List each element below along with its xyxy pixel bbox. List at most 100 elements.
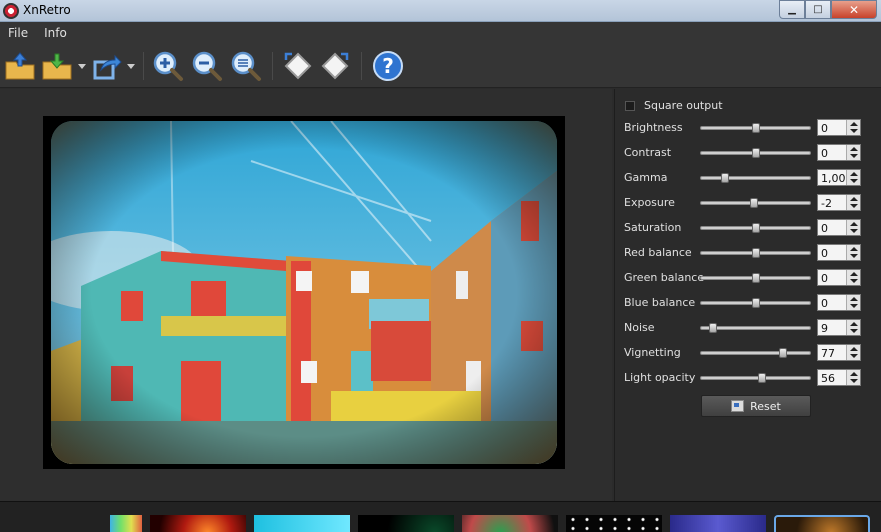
preset-thumbnail-selected[interactable] — [774, 515, 870, 532]
spin-down-icon[interactable] — [850, 154, 858, 158]
spinbox-value[interactable]: 0 — [821, 297, 828, 310]
reset-button[interactable]: Reset — [701, 395, 811, 417]
spin-up-icon[interactable] — [850, 147, 858, 151]
preset-thumbnail[interactable] — [358, 515, 454, 532]
value-spinbox[interactable]: -2 — [817, 194, 861, 211]
spinbox-arrows[interactable] — [846, 120, 860, 135]
spin-up-icon[interactable] — [850, 372, 858, 376]
slider-track[interactable] — [700, 351, 811, 355]
value-spinbox[interactable]: 0 — [817, 219, 861, 236]
spinbox-value[interactable]: 77 — [821, 347, 835, 360]
spin-up-icon[interactable] — [850, 322, 858, 326]
slider-thumb[interactable] — [779, 348, 788, 358]
spinbox-value[interactable]: 0 — [821, 222, 828, 235]
spin-down-icon[interactable] — [850, 254, 858, 258]
preset-thumbnail[interactable] — [254, 515, 350, 532]
slider-thumb[interactable] — [720, 173, 729, 183]
slider-thumb[interactable] — [751, 273, 760, 283]
value-spinbox[interactable]: 1,00 — [817, 169, 861, 186]
square-output-option[interactable]: Square output — [625, 99, 723, 112]
spinbox-arrows[interactable] — [846, 295, 860, 310]
spin-down-icon[interactable] — [850, 279, 858, 283]
value-spinbox[interactable]: 0 — [817, 294, 861, 311]
value-spinbox[interactable]: 0 — [817, 144, 861, 161]
spinbox-value[interactable]: 0 — [821, 247, 828, 260]
zoom-in-button[interactable] — [151, 50, 185, 82]
slider-track[interactable] — [700, 176, 811, 180]
value-spinbox[interactable]: 0 — [817, 244, 861, 261]
spin-down-icon[interactable] — [850, 304, 858, 308]
save-folder-icon — [42, 53, 72, 80]
preset-thumbnail[interactable] — [110, 515, 142, 532]
spin-down-icon[interactable] — [850, 179, 858, 183]
value-spinbox[interactable]: 9 — [817, 319, 861, 336]
spin-up-icon[interactable] — [850, 172, 858, 176]
minimize-button[interactable]: ▁ — [779, 0, 805, 19]
slider-track[interactable] — [700, 376, 811, 380]
square-output-checkbox[interactable] — [625, 100, 635, 111]
spinbox-value[interactable]: 0 — [821, 272, 828, 285]
value-spinbox[interactable]: 0 — [817, 119, 861, 136]
spin-up-icon[interactable] — [850, 247, 858, 251]
slider-thumb[interactable] — [751, 223, 760, 233]
spin-up-icon[interactable] — [850, 222, 858, 226]
spinbox-arrows[interactable] — [846, 320, 860, 335]
spin-up-icon[interactable] — [850, 347, 858, 351]
spinbox-arrows[interactable] — [846, 170, 860, 185]
value-spinbox[interactable]: 0 — [817, 269, 861, 286]
spin-down-icon[interactable] — [850, 329, 858, 333]
slider-row: Contrast 0 — [624, 144, 874, 162]
help-button[interactable]: ? — [371, 50, 405, 82]
slider-thumb[interactable] — [709, 323, 718, 333]
rotate-left-button[interactable] — [281, 50, 315, 82]
slider-thumb[interactable] — [750, 198, 759, 208]
maximize-button[interactable]: □ — [805, 0, 831, 19]
value-spinbox[interactable]: 56 — [817, 369, 861, 386]
spin-down-icon[interactable] — [850, 129, 858, 133]
share-dropdown-arrow[interactable] — [127, 64, 135, 69]
zoom-fit-button[interactable] — [229, 50, 263, 82]
preset-thumbnail[interactable] — [670, 515, 766, 532]
save-dropdown-arrow[interactable] — [78, 64, 86, 69]
value-spinbox[interactable]: 77 — [817, 344, 861, 361]
spin-down-icon[interactable] — [850, 354, 858, 358]
spin-up-icon[interactable] — [850, 272, 858, 276]
spin-up-icon[interactable] — [850, 297, 858, 301]
spinbox-value[interactable]: 0 — [821, 147, 828, 160]
slider-thumb[interactable] — [757, 373, 766, 383]
spinbox-arrows[interactable] — [846, 195, 860, 210]
spin-down-icon[interactable] — [850, 229, 858, 233]
spinbox-arrows[interactable] — [846, 145, 860, 160]
slider-label: Red balance — [624, 246, 692, 259]
spinbox-value[interactable]: -2 — [821, 197, 832, 210]
preset-thumbnail[interactable] — [150, 515, 246, 532]
spin-down-icon[interactable] — [850, 204, 858, 208]
spin-up-icon[interactable] — [850, 122, 858, 126]
share-button[interactable] — [90, 50, 124, 82]
menu-file[interactable]: File — [0, 22, 36, 44]
spinbox-value[interactable]: 9 — [821, 322, 828, 335]
preset-thumbnail[interactable] — [462, 515, 558, 532]
spinbox-arrows[interactable] — [846, 245, 860, 260]
menu-info[interactable]: Info — [36, 22, 75, 44]
spin-down-icon[interactable] — [850, 379, 858, 383]
spinbox-arrows[interactable] — [846, 345, 860, 360]
preset-thumbnail[interactable] — [566, 515, 662, 532]
spinbox-value[interactable]: 1,00 — [821, 172, 846, 185]
slider-thumb[interactable] — [751, 298, 760, 308]
spinbox-value[interactable]: 56 — [821, 372, 835, 385]
slider-thumb[interactable] — [751, 148, 760, 158]
spinbox-arrows[interactable] — [846, 270, 860, 285]
spinbox-arrows[interactable] — [846, 370, 860, 385]
spin-up-icon[interactable] — [850, 197, 858, 201]
slider-thumb[interactable] — [751, 123, 760, 133]
close-button[interactable]: ✕ — [831, 0, 877, 19]
open-button[interactable] — [3, 50, 37, 82]
spinbox-arrows[interactable] — [846, 220, 860, 235]
rotate-right-button[interactable] — [318, 50, 352, 82]
spinbox-value[interactable]: 0 — [821, 122, 828, 135]
slider-thumb[interactable] — [751, 248, 760, 258]
save-button[interactable] — [40, 50, 74, 82]
image-viewport[interactable] — [0, 89, 612, 501]
zoom-out-button[interactable] — [190, 50, 224, 82]
